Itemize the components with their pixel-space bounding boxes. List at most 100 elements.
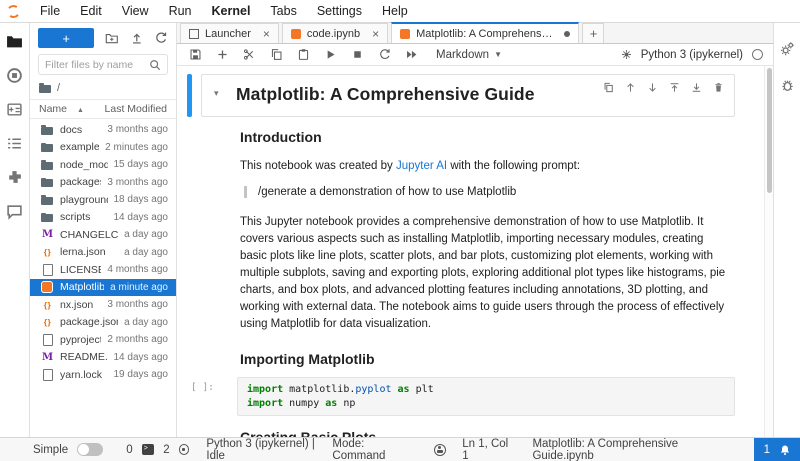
file-row[interactable]: {} package.json a day ago	[30, 314, 176, 332]
active-filename[interactable]: Matplotlib: A Comprehensive Guide.ipynb	[532, 438, 737, 461]
move-cell-up-icon[interactable]	[625, 82, 636, 93]
code-cell[interactable]: [ ]: import matplotlib.pyplot as plt impo…	[191, 377, 735, 416]
paste-icon[interactable]	[297, 48, 310, 61]
file-modified: 2 months ago	[107, 334, 168, 346]
menu-item-kernel[interactable]: Kernel	[202, 4, 261, 18]
menu-item-settings[interactable]: Settings	[307, 4, 372, 18]
file-row[interactable]: M CHANGELC... a day ago	[30, 226, 176, 244]
save-icon[interactable]	[189, 48, 202, 61]
close-icon[interactable]: ×	[372, 28, 379, 40]
code-editor[interactable]: import matplotlib.pyplot as plt import nu…	[237, 377, 735, 416]
kernels-count[interactable]: 2	[163, 444, 169, 456]
file-row[interactable]: scripts 14 days ago	[30, 209, 176, 227]
unsaved-changes-icon	[564, 30, 571, 37]
chat-icon[interactable]	[6, 203, 23, 220]
copy-icon[interactable]	[270, 48, 283, 61]
breadcrumb[interactable]: /	[30, 81, 176, 99]
scrollbar-thumb[interactable]	[766, 68, 772, 193]
file-name: README.md	[60, 351, 108, 364]
refresh-icon[interactable]	[154, 31, 168, 45]
notebook-title: Matplotlib: A Comprehensive Guide	[236, 84, 535, 104]
notebook-scrollbar[interactable]	[764, 66, 773, 437]
menu-item-file[interactable]: File	[30, 4, 70, 18]
delete-cell-icon[interactable]	[713, 82, 724, 93]
new-launcher-button[interactable]: +	[38, 28, 95, 48]
jupyter-ai-link[interactable]: Jupyter AI	[396, 160, 447, 172]
insert-cell-below-icon[interactable]	[691, 82, 702, 93]
duplicate-cell-icon[interactable]	[603, 82, 614, 93]
markdown-cell-basic-plots[interactable]: Creating Basic Plots	[181, 429, 761, 437]
insert-cell-above-icon[interactable]	[669, 82, 680, 93]
file-row[interactable]: {} lerna.json a day ago	[30, 244, 176, 262]
file-row[interactable]: examples 2 minutes ago	[30, 139, 176, 157]
new-tab-button[interactable]: +	[582, 23, 605, 43]
move-cell-down-icon[interactable]	[647, 82, 658, 93]
file-row[interactable]: playground 18 days ago	[30, 191, 176, 209]
cursor-position[interactable]: Ln 1, Col 1	[462, 438, 516, 461]
tab-launcher[interactable]: Launcher ×	[180, 23, 279, 43]
file-modified: a day ago	[124, 229, 168, 241]
filter-files-input[interactable]	[45, 58, 145, 71]
new-folder-icon[interactable]	[105, 31, 119, 45]
running-sessions-icon[interactable]	[6, 67, 23, 84]
run-icon[interactable]	[324, 48, 337, 61]
file-browser-icon[interactable]	[6, 33, 23, 50]
cut-icon[interactable]	[243, 48, 256, 61]
file-row[interactable]: yarn.lock 19 days ago	[30, 366, 176, 384]
file-row[interactable]: pyproject.toml 2 months ago	[30, 331, 176, 349]
accessibility-icon[interactable]	[434, 443, 447, 456]
terminals-count[interactable]: 0	[126, 444, 132, 456]
property-inspector-icon[interactable]	[780, 41, 795, 56]
file-row[interactable]: Matplotlib: A... a minute ago	[30, 278, 176, 296]
file-name: LICENSE	[60, 263, 102, 276]
cell-toolbar	[603, 82, 724, 93]
stop-icon[interactable]	[351, 48, 364, 61]
markdown-cell-introduction[interactable]: Introduction This notebook was created b…	[181, 129, 761, 367]
file-row[interactable]: packages 3 months ago	[30, 174, 176, 192]
kernel-status-icon[interactable]	[752, 49, 763, 60]
file-type-icon	[41, 123, 54, 136]
restart-kernel-icon[interactable]	[378, 48, 391, 61]
command-mode-indicator[interactable]: Mode: Command	[332, 438, 418, 461]
file-row[interactable]: node_modul... 15 days ago	[30, 156, 176, 174]
markdown-cell-title[interactable]: ▾ Matplotlib: A Comprehensive Guide	[187, 74, 735, 117]
menu-item-run[interactable]: Run	[159, 4, 202, 18]
upload-icon[interactable]	[130, 31, 144, 45]
menu-item-tabs[interactable]: Tabs	[260, 4, 306, 18]
tab-matplotlib-guide[interactable]: Matplotlib: A Comprehens…	[391, 22, 580, 43]
terminal-icon[interactable]	[141, 444, 155, 455]
column-last-modified[interactable]: Last Modified	[105, 103, 167, 115]
table-of-contents-icon[interactable]	[6, 135, 23, 152]
file-row[interactable]: docs 3 months ago	[30, 121, 176, 139]
heading-collapse-icon[interactable]: ▾	[214, 84, 236, 99]
add-cell-icon[interactable]	[216, 48, 229, 61]
notebook-toolbar: Markdown ▼ Python 3 (ipykernel)	[177, 44, 773, 66]
cell-type-dropdown[interactable]: Markdown ▼	[436, 49, 502, 61]
simple-mode-toggle[interactable]	[77, 443, 104, 456]
filter-files-box[interactable]	[38, 54, 168, 75]
kernel-name[interactable]: Python 3 (ipykernel)	[641, 49, 743, 61]
restart-run-all-icon[interactable]	[405, 48, 418, 61]
home-folder-icon[interactable]	[39, 81, 52, 94]
tab-code-ipynb[interactable]: code.ipynb ×	[281, 23, 389, 43]
breadcrumb-root[interactable]: /	[57, 82, 60, 94]
kernel-settings-icon[interactable]	[621, 49, 632, 60]
file-row[interactable]: LICENSE 4 months ago	[30, 261, 176, 279]
notifications-badge[interactable]: 1	[753, 438, 800, 461]
file-modified: 19 days ago	[113, 369, 169, 381]
importing-heading: Importing Matplotlib	[240, 351, 375, 367]
kernel-sessions-icon[interactable]	[178, 444, 190, 455]
extension-manager-icon[interactable]	[6, 169, 23, 186]
menu-item-edit[interactable]: Edit	[70, 4, 112, 18]
file-type-icon	[41, 141, 54, 154]
menu-item-view[interactable]: View	[112, 4, 159, 18]
column-name[interactable]: Name ▲	[39, 103, 84, 115]
file-row[interactable]: {} nx.json 3 months ago	[30, 296, 176, 314]
cell-collapser[interactable]	[187, 74, 192, 117]
close-icon[interactable]: ×	[263, 28, 270, 40]
git-icon[interactable]	[6, 101, 23, 118]
menu-item-help[interactable]: Help	[372, 4, 418, 18]
kernel-status-text[interactable]: Python 3 (ipykernel) | Idle	[206, 438, 332, 461]
debugger-icon[interactable]	[780, 78, 795, 93]
file-row[interactable]: M README.md 14 days ago	[30, 349, 176, 367]
